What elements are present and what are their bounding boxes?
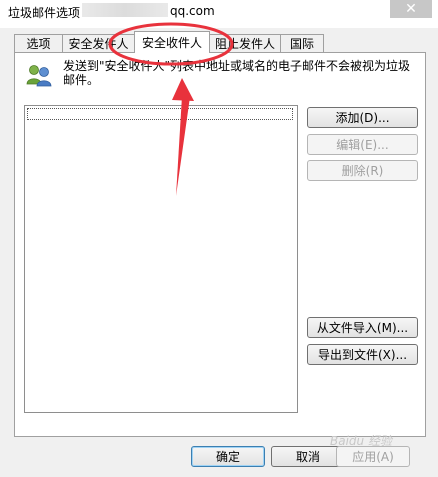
tab-international[interactable]: 国际 [280, 34, 324, 52]
tab-panel-safe-recipients: 发送到"安全收件人"列表中地址或域名的电子邮件不会被视为垃圾邮件。 添加(D).… [14, 52, 426, 437]
close-icon: ✕ [405, 1, 417, 17]
safe-recipients-list[interactable] [24, 105, 298, 413]
tab-blocked-senders[interactable]: 阻止发件人 [209, 34, 281, 52]
list-focus-row[interactable] [27, 108, 293, 120]
remove-button[interactable]: 删除(R) [307, 160, 418, 181]
title-bar: 垃圾邮件选项 qq.com ✕ [0, 0, 438, 28]
dialog-window: 垃圾邮件选项 qq.com ✕ 选项 安全发件人 安全收件人 阻止发件人 国际 … [0, 0, 438, 477]
watermark-text: Baidu 经验 [330, 434, 392, 448]
apply-button[interactable]: 应用(A) [336, 446, 410, 467]
window-title-email: qq.com [170, 4, 215, 18]
people-icon [26, 65, 52, 87]
window-title: 垃圾邮件选项 [8, 6, 81, 20]
edit-button[interactable]: 编辑(E)... [307, 134, 418, 155]
import-from-file-button[interactable]: 从文件导入(M)... [307, 317, 418, 338]
close-button[interactable]: ✕ [390, 0, 432, 18]
add-button[interactable]: 添加(D)... [307, 107, 418, 128]
blurred-account [82, 3, 168, 17]
cancel-button[interactable]: 取消 [271, 446, 345, 467]
description-text: 发送到"安全收件人"列表中地址或域名的电子邮件不会被视为垃圾邮件。 [63, 59, 411, 87]
tab-safe-recipients[interactable]: 安全收件人 [134, 31, 210, 53]
ok-button[interactable]: 确定 [191, 446, 265, 467]
tab-safe-senders[interactable]: 安全发件人 [62, 34, 135, 52]
export-to-file-button[interactable]: 导出到文件(X)... [307, 344, 418, 365]
tab-options[interactable]: 选项 [14, 34, 63, 52]
